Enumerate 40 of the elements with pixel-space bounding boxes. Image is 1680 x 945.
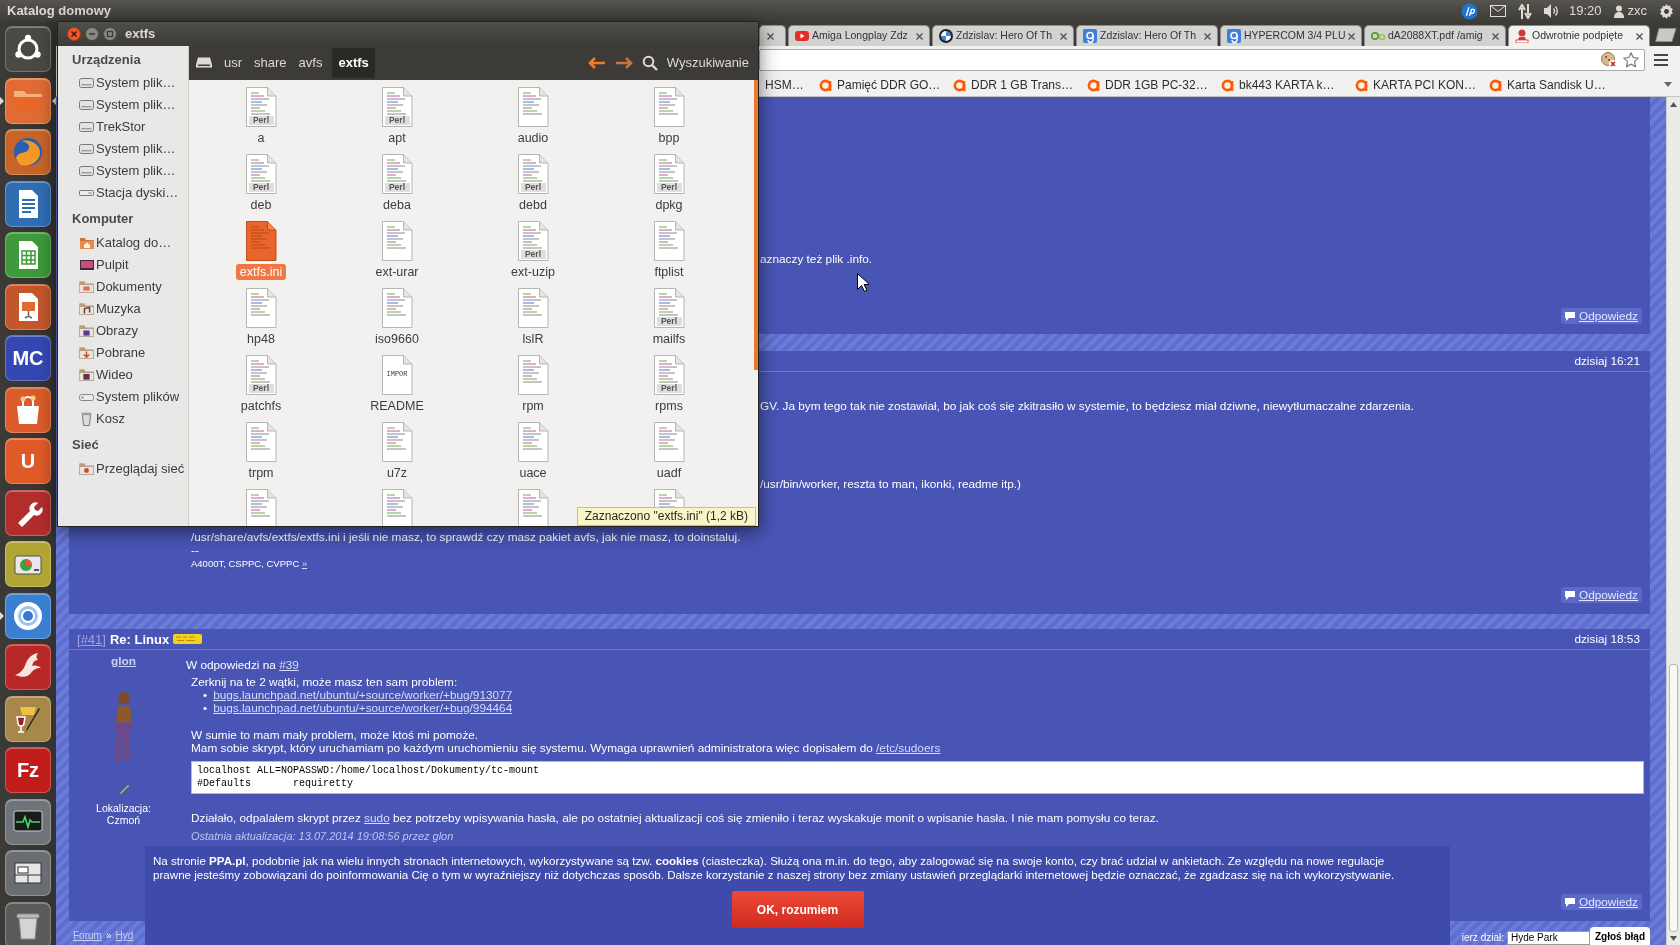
post-date: dzisiaj 16:21 (1574, 354, 1640, 368)
reply-to-text: W odpowiedzi na #39 (186, 659, 300, 672)
file-type-label: Perl (248, 115, 274, 125)
post-text: /usr/bin/worker, reszta to man, ikonki, readme itp.) (760, 478, 1022, 491)
post-title: Re: Linux (109, 632, 170, 646)
file-type-label: Perl (520, 182, 546, 192)
status-tooltip: Zaznaczono "extfs.ini" (1,2 kB) (576, 507, 756, 526)
edit-note: Ostatnia aktualizacja: 13.07.2014 19:08:56 przez glon (191, 830, 455, 842)
sidebar-heading: Sieć (71, 436, 100, 454)
post-text: GV. Ja bym tego tak nie zostawiał, bo jak coś się zkitrasiło w systemie, to będziesz miał dziwne, niewytłumaczalne zdarzenia. (760, 400, 1415, 413)
section-label: ierz dział: (1461, 931, 1504, 945)
code-block: localhost ALL=NOPASSWD:/home/localhost/Dokumenty/tc-mount #Defaults requiretty (191, 761, 1644, 794)
location-label: Lokalizacja: (96, 802, 151, 814)
window-title: Katalog domowy (7, 2, 111, 21)
post-text: Zerknij na te 2 wątki, może masz ten sam problem: (191, 676, 459, 689)
file-type-label: Perl (384, 115, 410, 125)
post-date: dzisiaj 18:53 (1574, 632, 1640, 646)
post-text: aznaczy też plik .info. (760, 253, 874, 266)
post-text: Mam sobie skrypt, który uruchamiam po każdym uruchomieniu się systemu. Wymaga uprawnień administratora więc dopisałem do /etc/sudoers (191, 742, 942, 755)
file-type-label: Perl (248, 383, 274, 393)
file-type-label: Perl (656, 182, 682, 192)
location-text: Czmoń (106, 814, 141, 826)
file-type-label: Perl (656, 383, 682, 393)
cookie-text: Na stronie PPA.pl, podobnie jak na wielu innych stronach internetowych, wykorzystywane są tzw. cookies (ciasteczka). Służą ona m.in. do tego, aby zalogować się na swoje konto, czy brać udział w ankietach. Ze względu na nowe regulacje prawne jesteśmy zobowiązani do poinformowania Cię o tym w wyraźniejszy niż dotychczas sposób. Dalsze korzystanie z naszej strony bez zmiany ustawień przeglądarki internetowej będzie oznaczać, że zgadzasz się na ich wykorzystywanie. (153, 854, 1396, 882)
sidebar-heading: Urządzenia (71, 51, 142, 69)
list-bullet: • (203, 702, 208, 715)
breadcrumb-separator: » (105, 929, 112, 942)
post-text: W sumie to mam mały problem, może ktoś mi pomoże. (191, 729, 480, 742)
window-title: extfs (125, 25, 156, 44)
post-text: -- (191, 544, 200, 557)
file-type-label: Perl (384, 182, 410, 192)
signature-text: A4000T, CSPPC, CVPPC » (191, 557, 309, 570)
sidebar-heading: Komputer (71, 210, 135, 228)
file-type-label: Perl (248, 182, 274, 192)
post-text: /usr/share/avfs/extfs/extfs.ini i jeśli nie masz, to sprawdź czy masz pakiet avfs, jak nie masz, to doinstaluj. (191, 531, 742, 544)
list-bullet: • (203, 689, 208, 702)
file-type-label: Perl (656, 316, 682, 326)
post-text: Działało, odpalałem skrypt przez sudo bez potrzeby wpisywania hasła, ale po ostatniej aktualizacji coś się zmieniło i teraz wyskakuje monit o wpisanie hasła. I nie mam pomysłu co teraz. (191, 812, 1160, 825)
file-type-label: Perl (520, 249, 546, 259)
post-number: [#41] (77, 632, 106, 646)
